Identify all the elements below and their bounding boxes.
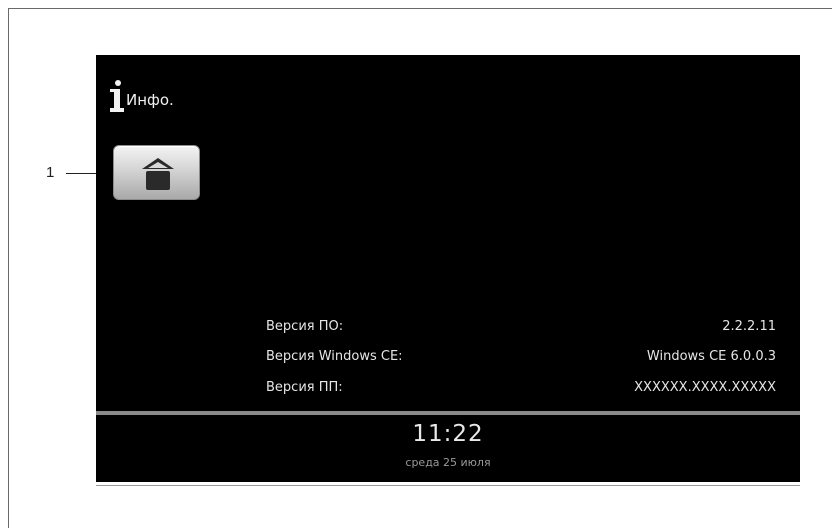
- status-bar-divider: [96, 411, 800, 415]
- windows-ce-version-label: Версия Windows CE:: [266, 349, 403, 364]
- device-screen: Инфо. Версия ПО: 2.2.2.11 Версия Windows…: [96, 55, 800, 482]
- software-version-label: Версия ПО:: [266, 319, 344, 334]
- status-bar-date: среда 25 июля: [405, 456, 491, 469]
- pp-version-label: Версия ПП:: [266, 380, 343, 395]
- software-version-value: 2.2.2.11: [722, 319, 776, 334]
- info-table: Версия ПО: 2.2.2.11 Версия Windows CE: W…: [96, 55, 800, 415]
- windows-ce-version-value: Windows CE 6.0.0.3: [646, 349, 776, 364]
- bottom-rule: [96, 485, 800, 486]
- pp-version-value: XXXXXX.XXXX.XXXXX: [634, 380, 776, 395]
- status-bar-clock: 11:22: [412, 421, 484, 447]
- callout-number: 1: [46, 164, 55, 181]
